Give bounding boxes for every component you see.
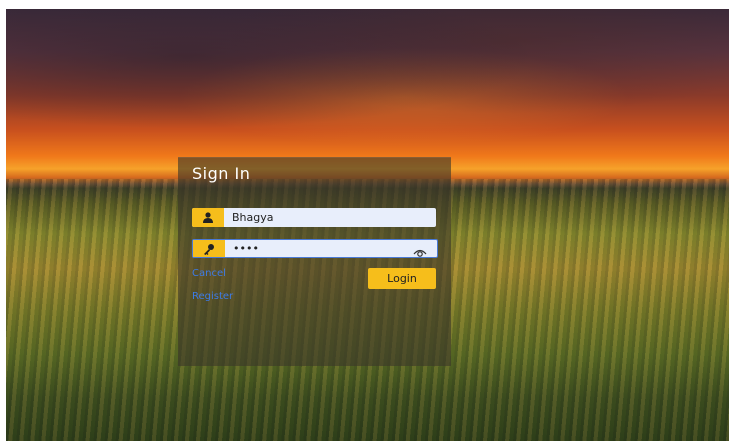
username-field[interactable] (192, 208, 436, 227)
key-icon (193, 240, 225, 257)
login-button[interactable]: Login (368, 268, 436, 289)
password-input[interactable] (233, 240, 403, 257)
register-link[interactable]: Register (192, 291, 233, 302)
sign-in-title: Sign In (192, 164, 251, 183)
username-input[interactable] (232, 208, 402, 227)
sign-in-panel: Sign In Cancel Register Login (178, 157, 451, 366)
sky-clouds (6, 9, 729, 169)
password-field[interactable] (192, 239, 438, 258)
cancel-link[interactable]: Cancel (192, 268, 226, 279)
user-icon (192, 208, 224, 227)
eye-icon[interactable] (413, 243, 427, 257)
